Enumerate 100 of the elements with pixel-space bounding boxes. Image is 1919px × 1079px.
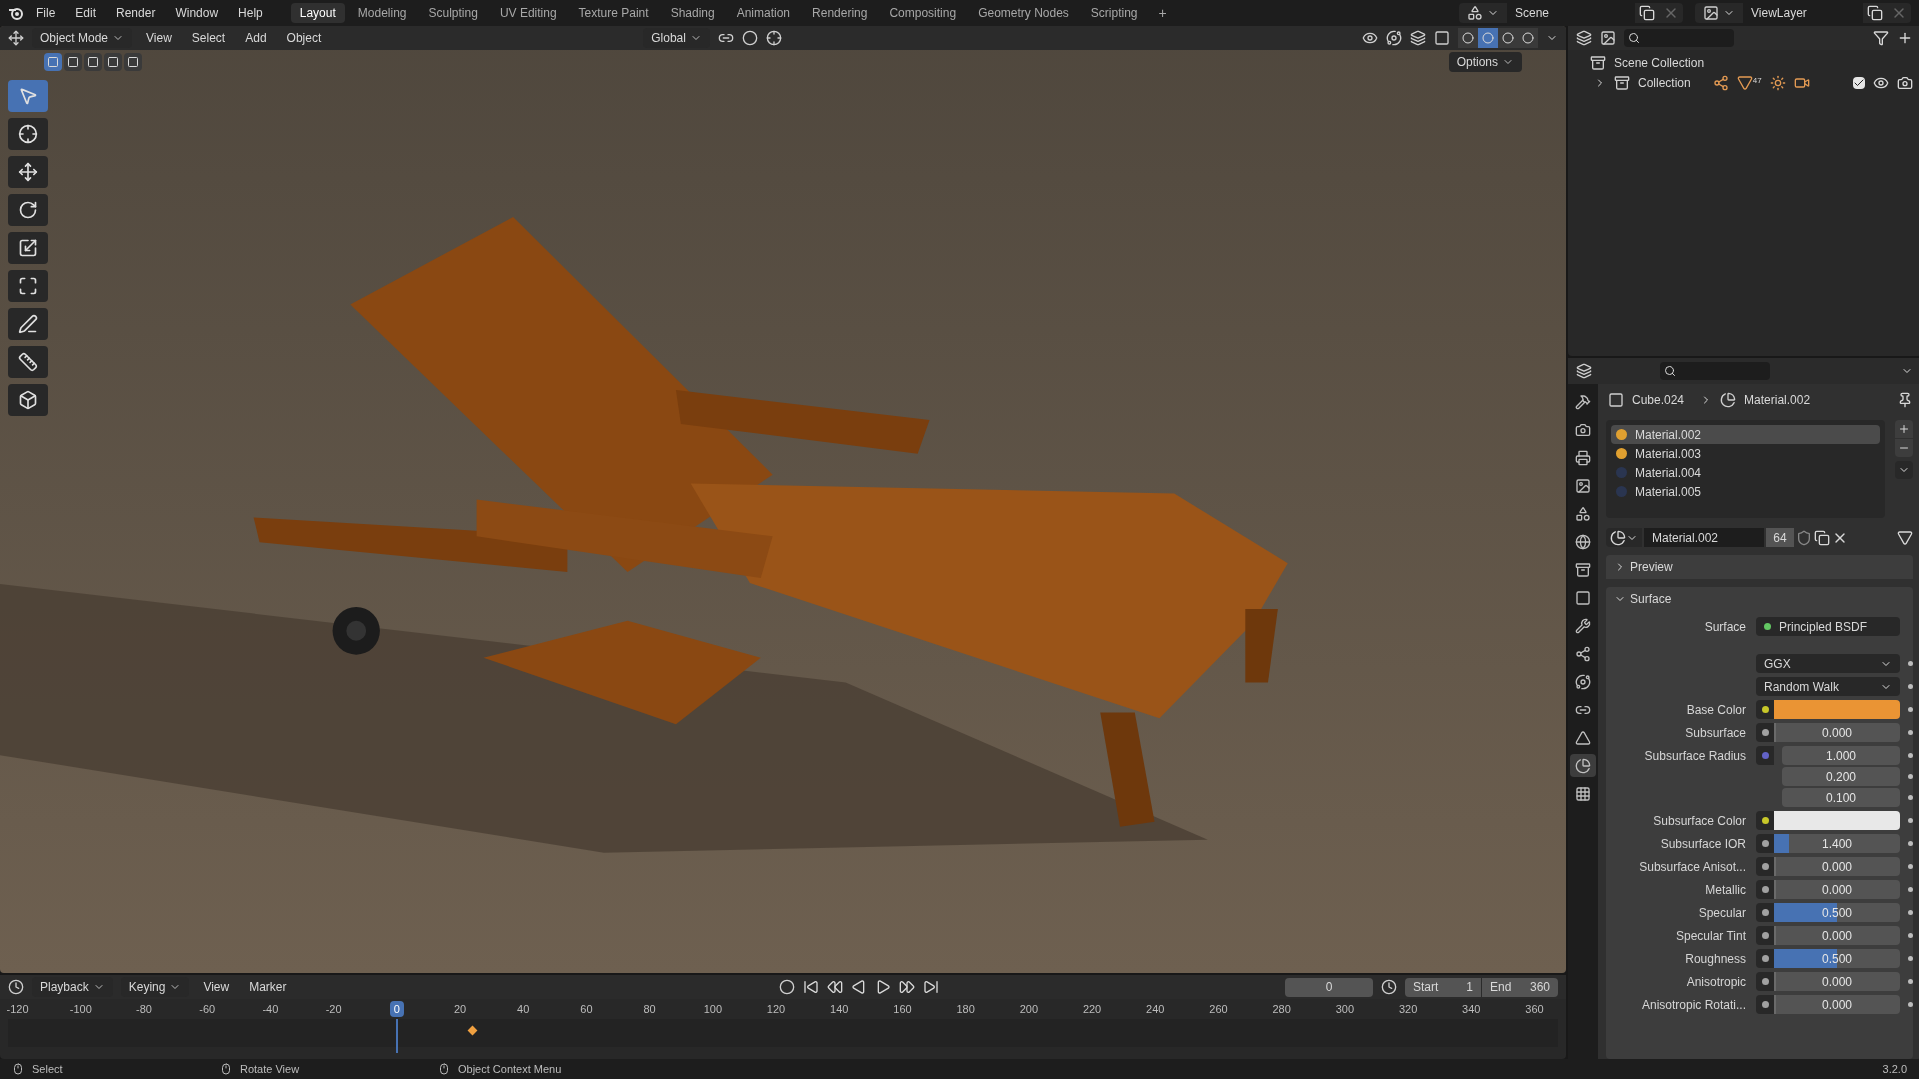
shading-button[interactable]: [1498, 28, 1518, 48]
tool-button[interactable]: [8, 232, 48, 264]
viewport-menu[interactable]: Object: [280, 29, 328, 47]
surface-shader-field[interactable]: Principled BSDF: [1756, 617, 1900, 636]
panel-header[interactable]: Surface: [1606, 587, 1913, 611]
render-icon[interactable]: [1897, 75, 1913, 91]
tool-button[interactable]: [8, 346, 48, 378]
value-slider[interactable]: 0.000: [1774, 723, 1900, 742]
select-mode-button[interactable]: [44, 53, 62, 71]
duplicate-icon[interactable]: [1814, 529, 1830, 546]
vector-value-field[interactable]: 0.100: [1782, 788, 1900, 807]
user-count[interactable]: 64: [1766, 528, 1794, 547]
viewport-menu[interactable]: Select: [185, 29, 232, 47]
value-slider[interactable]: 0.000: [1774, 926, 1900, 945]
workspace-tab[interactable]: Sculpting: [419, 3, 487, 23]
tool-button[interactable]: [8, 270, 48, 302]
new-collection-icon[interactable]: [1897, 30, 1913, 46]
workspace-tab[interactable]: Rendering: [803, 3, 877, 23]
value-slider[interactable]: 0.500: [1774, 949, 1900, 968]
mode-dropdown[interactable]: Object Mode: [32, 28, 133, 48]
properties-tab[interactable]: [1570, 754, 1596, 777]
menu-item[interactable]: Window: [167, 4, 227, 22]
select-mode-button[interactable]: [124, 53, 142, 71]
keyframe-icon[interactable]: [467, 1025, 478, 1036]
viewport-menu[interactable]: View: [140, 29, 178, 47]
method-dropdown[interactable]: GGX: [1756, 654, 1900, 673]
material-browse-button[interactable]: [1606, 528, 1642, 547]
copy-icon[interactable]: [1639, 5, 1655, 21]
jump-start-icon[interactable]: [802, 979, 819, 995]
remove-slot-button[interactable]: [1895, 439, 1913, 457]
jump-end-icon[interactable]: [922, 979, 939, 995]
material-slot[interactable]: Material.003: [1611, 444, 1880, 463]
outliner-search-field[interactable]: [1624, 29, 1734, 47]
options-dropdown[interactable]: Options: [1448, 52, 1522, 72]
workspace-tab[interactable]: UV Editing: [490, 3, 566, 23]
add-workspace-button[interactable]: +: [1150, 2, 1175, 24]
play-reverse-icon[interactable]: [850, 979, 867, 995]
tool-button[interactable]: [8, 308, 48, 340]
orientation-dropdown[interactable]: Global: [643, 28, 710, 48]
select-mode-button[interactable]: [84, 53, 102, 71]
tool-button[interactable]: [8, 384, 48, 416]
menu-item[interactable]: File: [28, 4, 64, 22]
filter-icon[interactable]: [1873, 30, 1889, 46]
value-slider[interactable]: 0.000: [1774, 880, 1900, 899]
tool-button[interactable]: [8, 118, 48, 150]
slot-menu-button[interactable]: [1895, 461, 1913, 479]
value-slider[interactable]: 0.500: [1774, 903, 1900, 922]
outliner-item[interactable]: Collection: [1638, 74, 1691, 92]
timeline-menu[interactable]: Marker: [243, 978, 293, 996]
select-mode-button[interactable]: [104, 53, 122, 71]
viewport-menu[interactable]: Add: [239, 29, 273, 47]
eye-icon[interactable]: [1873, 75, 1889, 91]
view-layer-field[interactable]: ViewLayer: [1743, 3, 1863, 23]
collection-checkbox[interactable]: [1853, 77, 1865, 89]
value-slider[interactable]: 0.000: [1774, 995, 1900, 1014]
workspace-tab[interactable]: Animation: [727, 3, 800, 23]
shading-button[interactable]: [1458, 28, 1478, 48]
menu-item[interactable]: Edit: [67, 4, 105, 22]
scene-field[interactable]: Scene: [1507, 3, 1635, 23]
value-slider[interactable]: 1.400: [1774, 834, 1900, 853]
select-mode-button[interactable]: [64, 53, 82, 71]
tool-button[interactable]: [8, 194, 48, 226]
add-slot-button[interactable]: [1895, 420, 1913, 438]
link-mode-icon[interactable]: [1897, 529, 1913, 546]
fake-user-icon[interactable]: [1796, 529, 1812, 546]
material-slot[interactable]: Material.002: [1611, 425, 1880, 444]
shading-button[interactable]: [1478, 28, 1498, 48]
timeline-menu[interactable]: View: [197, 978, 236, 996]
next-keyframe-icon[interactable]: [898, 979, 915, 995]
app-logo-icon[interactable]: [8, 5, 24, 21]
workspace-tab[interactable]: Compositing: [880, 3, 966, 23]
copy-icon[interactable]: [1867, 5, 1883, 21]
prev-keyframe-icon[interactable]: [826, 979, 843, 995]
value-slider[interactable]: 0.000: [1774, 857, 1900, 876]
tool-button[interactable]: [8, 156, 48, 188]
viewport[interactable]: Object Mode View Select Add Object Global Options: [0, 26, 1566, 973]
menu-item[interactable]: Render: [108, 4, 164, 22]
pin-icon[interactable]: [1897, 392, 1913, 408]
workspace-tab[interactable]: Scripting: [1081, 3, 1147, 23]
material-name-field[interactable]: Material.002: [1644, 528, 1764, 547]
method-dropdown[interactable]: Random Walk: [1756, 677, 1900, 696]
color-swatch[interactable]: [1774, 811, 1900, 830]
outliner-item[interactable]: Scene Collection: [1614, 54, 1705, 72]
workspace-tab[interactable]: Texture Paint: [569, 3, 658, 23]
timeline-menu[interactable]: Keying: [120, 977, 190, 997]
material-slot[interactable]: Material.005: [1611, 482, 1880, 501]
value-slider[interactable]: 0.000: [1774, 972, 1900, 991]
workspace-tab[interactable]: Shading: [661, 3, 724, 23]
workspace-tab[interactable]: Modeling: [348, 3, 416, 23]
menu-item[interactable]: Help: [230, 4, 271, 22]
material-slot[interactable]: Material.004: [1611, 463, 1880, 482]
workspace-tab[interactable]: Geometry Nodes: [969, 3, 1078, 23]
vector-value-field[interactable]: 1.000: [1782, 746, 1900, 765]
properties-search-field[interactable]: [1660, 362, 1770, 380]
timeline-menu[interactable]: Playback: [32, 977, 113, 997]
workspace-tab[interactable]: Layout: [290, 3, 345, 23]
panel-header[interactable]: Preview: [1606, 555, 1913, 579]
end-frame-field[interactable]: End 360: [1482, 977, 1558, 997]
start-frame-field[interactable]: Start 1: [1405, 977, 1481, 997]
current-frame-field[interactable]: 0: [1285, 977, 1373, 997]
